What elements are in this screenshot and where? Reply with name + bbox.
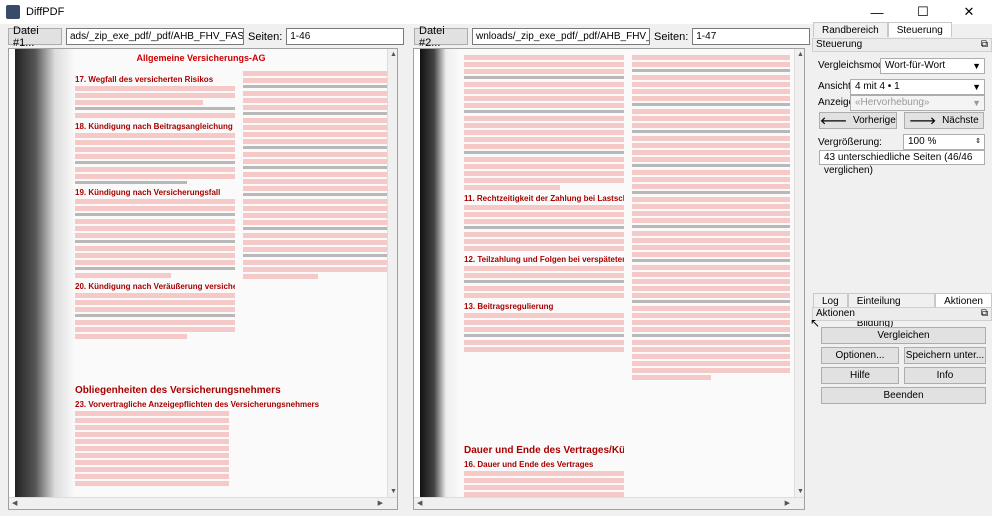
- left-toolbar: Datei #1... ads/_zip_exe_pdf/_pdf/AHB_FH…: [8, 25, 405, 49]
- left-column-2: [243, 71, 393, 281]
- left-heading-2: 18. Kündigung nach Beitragsangleichung: [75, 122, 233, 131]
- right-column-1: 11. Rechtzeitigkeit der Zahlung bei Last…: [464, 55, 624, 354]
- chevron-down-icon: ▼: [972, 61, 981, 71]
- compare-mode-select[interactable]: Wort-für-Wort ▼: [880, 58, 985, 74]
- left-document-view[interactable]: Allgemeine Versicherungs-AG 17. Wegfall …: [8, 48, 398, 510]
- right-page-scan: 11. Rechtzeitigkeit der Zahlung bei Last…: [420, 49, 794, 504]
- tab-aktionen[interactable]: Aktionen: [935, 293, 992, 308]
- zoom-label: Vergrößerung:: [818, 137, 882, 148]
- close-button[interactable]: ✕: [946, 0, 992, 24]
- right-document-view[interactable]: 11. Rechtzeitigkeit der Zahlung bei Last…: [413, 48, 805, 510]
- mouse-cursor-icon: ↖: [810, 316, 821, 330]
- title-bar: DiffPDF — ☐ ✕: [0, 0, 992, 24]
- app-icon: [6, 5, 20, 19]
- right-horizontal-scrollbar[interactable]: ◀ ▶: [414, 497, 804, 509]
- right-heading-1: 11. Rechtzeitigkeit der Zahlung bei Last…: [464, 194, 624, 203]
- view-select[interactable]: 4 mit 4 • 1 ▼: [850, 79, 985, 95]
- window-title: DiffPDF: [26, 6, 65, 18]
- aktionen-title: Aktionen: [816, 308, 855, 319]
- next-label: Nächste: [942, 115, 979, 126]
- right-lower-section: Dauer und Ende des Vertrages/Kündigung 1…: [464, 439, 624, 506]
- left-pages-input[interactable]: 1-46: [286, 28, 405, 45]
- display-value: «Hervorhebung»: [855, 97, 930, 108]
- view-label: Ansicht:: [818, 81, 854, 92]
- left-pages-label: Seiten:: [248, 30, 283, 43]
- right-big-heading: Dauer und Ende des Vertrages/Kündigung: [464, 445, 624, 456]
- compare-button[interactable]: Vergleichen: [821, 327, 986, 344]
- tab-log[interactable]: Log: [813, 293, 848, 308]
- maximize-button[interactable]: ☐: [900, 0, 946, 24]
- aktionen-section-header: Aktionen ⧉: [812, 307, 992, 321]
- left-page-scan: Allgemeine Versicherungs-AG 17. Wegfall …: [15, 49, 393, 497]
- right-pages-input[interactable]: 1-47: [692, 28, 811, 45]
- tab-steuerung[interactable]: Steuerung: [887, 22, 952, 37]
- left-sub-heading: 23. Vorvertragliche Anzeigepflichten des…: [75, 400, 320, 409]
- left-file-path[interactable]: ads/_zip_exe_pdf/_pdf/AHB_FHV_FASTKOMPLE…: [66, 28, 244, 45]
- compare-mode-value: Wort-für-Wort: [885, 60, 946, 71]
- options-button[interactable]: Optionen...: [821, 347, 899, 364]
- right-column-2: [632, 55, 790, 382]
- left-horizontal-scrollbar[interactable]: ◀ ▶: [9, 497, 397, 509]
- left-heading-1: 17. Wegfall des versicherten Risikos: [75, 75, 214, 84]
- chevron-down-icon: ▼: [972, 82, 981, 92]
- arrow-right-icon: 🡒: [909, 115, 937, 127]
- info-button[interactable]: Info: [904, 367, 986, 384]
- tab-randbereich[interactable]: Randbereich: [813, 22, 888, 37]
- arrow-left-icon: 🡐: [820, 115, 847, 127]
- view-value: 4 mit 4 • 1: [855, 81, 900, 92]
- right-heading-3: 13. Beitragsregulierung: [464, 302, 554, 311]
- previous-label: Vorherige: [853, 115, 896, 126]
- previous-button[interactable]: 🡐 Vorherige: [819, 112, 897, 129]
- help-button[interactable]: Hilfe: [821, 367, 899, 384]
- left-column-1: 17. Wegfall des versicherten Risikos 18.…: [75, 71, 235, 341]
- zoom-spinbox[interactable]: 100 % ⇕: [903, 134, 985, 150]
- zoom-value: 100 %: [908, 136, 937, 147]
- save-as-button[interactable]: Speichern unter...: [904, 347, 986, 364]
- panel-top-tabs: Randbereich Steuerung: [813, 22, 952, 37]
- steuerung-title: Steuerung: [816, 39, 863, 50]
- left-lower-section: Obliegenheiten des Versicherungsnehmers …: [75, 379, 395, 488]
- right-vertical-scrollbar[interactable]: ▲ ▼: [794, 49, 804, 497]
- comparison-status: 43 unterschiedliche Seiten (46/46 vergli…: [819, 150, 985, 176]
- right-toolbar: Datei #2... wnloads/_zip_exe_pdf/_pdf/AH…: [414, 25, 811, 49]
- float-icon[interactable]: ⧉: [981, 39, 988, 51]
- tab-einteilung[interactable]: Einteilung (Zonen-Bildung): [847, 293, 936, 329]
- minimize-button[interactable]: —: [854, 0, 900, 24]
- right-heading-2: 12. Teilzahlung und Folgen bei verspätet…: [464, 255, 624, 264]
- spin-arrows-icon[interactable]: ⇕: [975, 135, 981, 149]
- left-big-heading: Obliegenheiten des Versicherungsnehmers: [75, 385, 281, 396]
- left-heading-3: 19. Kündigung nach Versicherungsfall: [75, 188, 221, 197]
- left-heading-4: 20. Kündigung nach Veräußerung versicher…: [75, 282, 235, 291]
- float-icon[interactable]: ⧉: [981, 308, 988, 320]
- right-file-path[interactable]: wnloads/_zip_exe_pdf/_pdf/AHB_FHV_KOMPLE…: [472, 28, 650, 45]
- display-select[interactable]: «Hervorhebung» ▼: [850, 95, 985, 111]
- left-vertical-scrollbar[interactable]: ▲ ▼: [387, 49, 397, 497]
- right-file-button[interactable]: Datei #2...: [414, 25, 468, 49]
- right-pages-label: Seiten:: [654, 30, 689, 43]
- right-sub-heading: 16. Dauer und Ende des Vertrages: [464, 460, 594, 469]
- chevron-down-icon: ▼: [972, 98, 981, 108]
- steuerung-section-header: Steuerung ⧉: [812, 38, 992, 52]
- next-button[interactable]: 🡒 Nächste: [904, 112, 984, 129]
- quit-button[interactable]: Beenden: [821, 387, 986, 404]
- left-file-button[interactable]: Datei #1...: [8, 25, 62, 49]
- left-page-header: Allgemeine Versicherungs-AG: [136, 53, 266, 63]
- panel-bottom-tabs: Log Einteilung (Zonen-Bildung) Aktionen: [813, 293, 992, 329]
